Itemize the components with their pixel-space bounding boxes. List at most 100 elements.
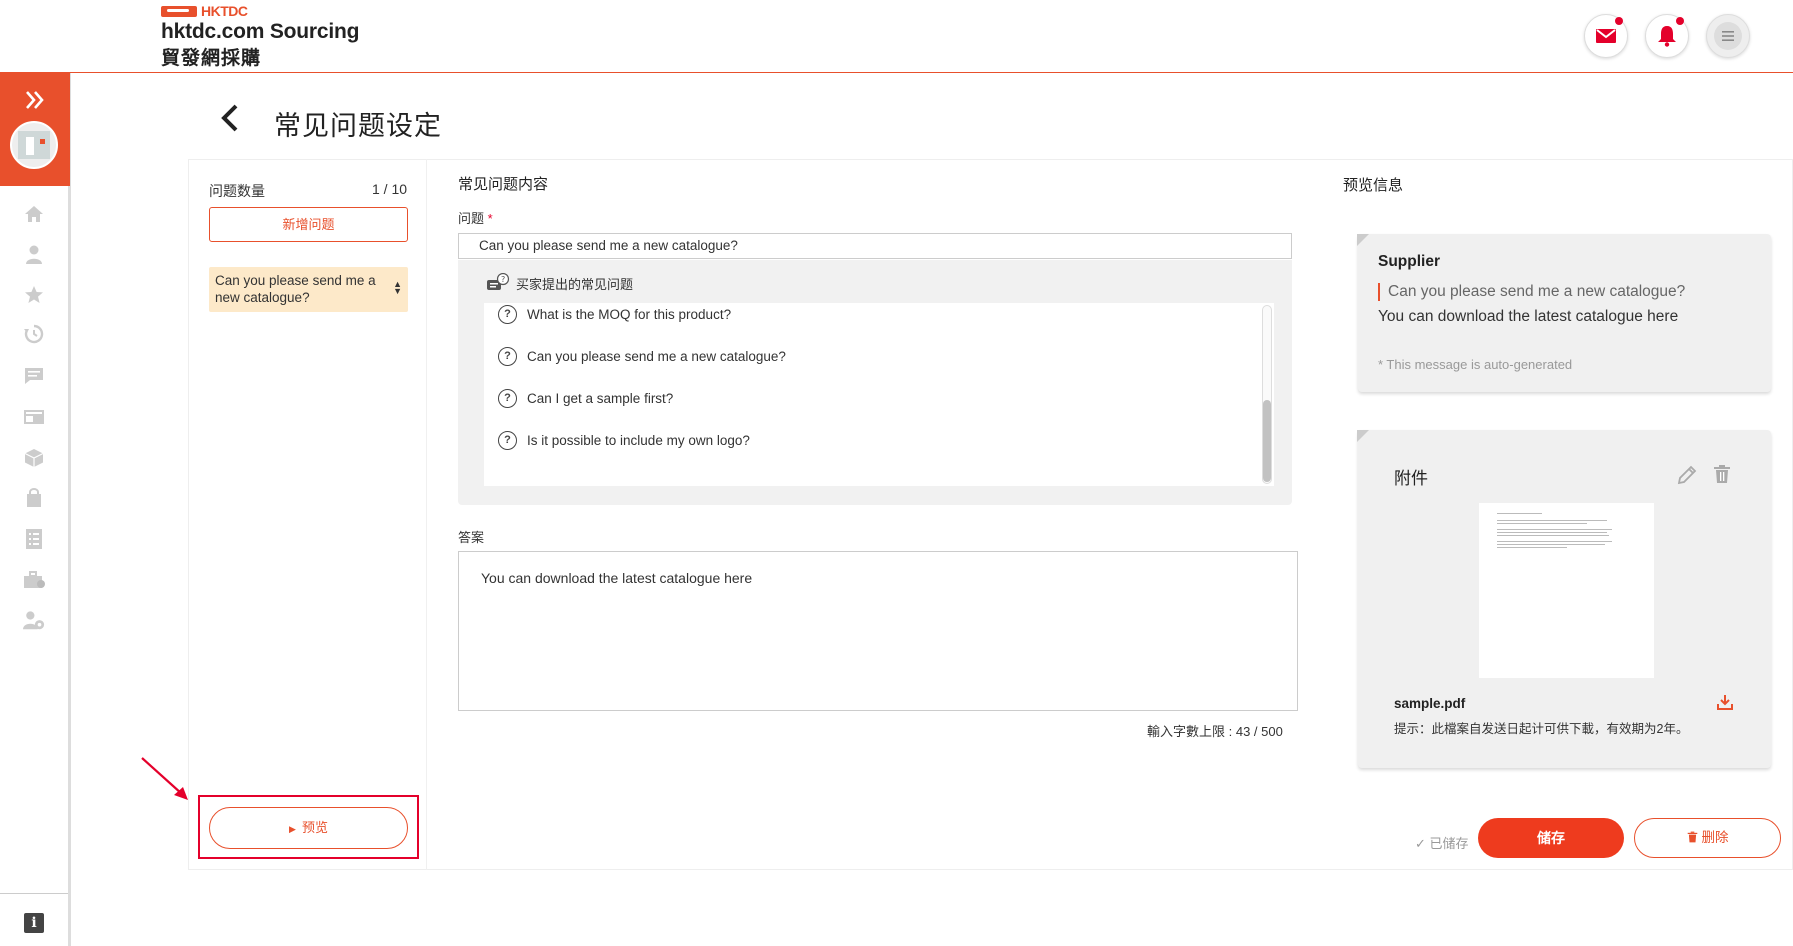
user-settings-icon[interactable] bbox=[23, 610, 45, 632]
suggested-question-item[interactable]: ? Can I get a sample first? bbox=[498, 389, 673, 408]
saved-status: ✓ 已储存 bbox=[1415, 836, 1469, 851]
message-icon[interactable] bbox=[23, 365, 45, 387]
suggested-question-text: Can I get a sample first? bbox=[527, 391, 674, 406]
suggested-question-text: What is the MOQ for this product? bbox=[527, 307, 732, 322]
thumbnail-line bbox=[1497, 535, 1609, 536]
question-list-item[interactable]: Can you please send me a new catalogue? … bbox=[209, 267, 408, 312]
question-input[interactable]: Can you please send me a new catalogue? bbox=[458, 233, 1292, 259]
suggested-questions-title: 买家提出的常见问题 bbox=[516, 276, 634, 292]
add-question-button[interactable]: 新增问题 bbox=[209, 207, 408, 242]
suggested-questions-list: ? What is the MOQ for this product? ? Ca… bbox=[484, 303, 1274, 486]
suggested-question-text: Is it possible to include my own logo? bbox=[527, 433, 750, 448]
star-icon[interactable] bbox=[23, 284, 45, 306]
thumbnail-line bbox=[1497, 544, 1605, 545]
sort-handle-icon[interactable]: ▲ ▼ bbox=[393, 280, 402, 296]
attachment-card: 附件 sample.pdf 提示：此檔案自发送日起计可供下載，有效期为2年。 bbox=[1357, 430, 1771, 768]
thumbnail-line bbox=[1497, 541, 1612, 542]
suggested-question-text: Can you please send me a new catalogue? bbox=[527, 349, 786, 364]
thumbnail-line bbox=[1497, 520, 1607, 521]
product-icon[interactable] bbox=[23, 406, 45, 428]
char-limit-counter: 輸入字數上限 : 43 / 500 bbox=[1147, 724, 1283, 739]
attachment-hint: 提示：此檔案自发送日起计可供下載，有效期为2年。 bbox=[1394, 722, 1689, 736]
box-icon[interactable] bbox=[23, 447, 45, 469]
company-avatar[interactable] bbox=[10, 121, 58, 169]
back-button[interactable] bbox=[218, 103, 242, 133]
thumbnail-line bbox=[1497, 513, 1542, 514]
trash-icon[interactable] bbox=[1713, 464, 1731, 489]
scrollbar-thumb[interactable] bbox=[1263, 400, 1271, 482]
question-count-label: 问题数量 bbox=[209, 183, 265, 199]
bell-notification-dot bbox=[1676, 17, 1684, 25]
question-mark-icon: ? bbox=[498, 305, 517, 324]
history-icon[interactable] bbox=[23, 323, 45, 345]
card-corner bbox=[1357, 234, 1369, 246]
logo-mark: HKTDC bbox=[161, 3, 359, 19]
bag-icon[interactable] bbox=[23, 487, 45, 509]
question-label-text: 问题 bbox=[458, 211, 485, 226]
download-icon[interactable] bbox=[1717, 694, 1733, 715]
menu-button[interactable] bbox=[1706, 14, 1750, 58]
question-count-value: 1 / 10 bbox=[372, 181, 408, 197]
logo-text-en: hktdc.com Sourcing bbox=[161, 20, 360, 43]
message-preview-card: Supplier Can you please send me a new ca… bbox=[1357, 234, 1771, 392]
suggested-question-item[interactable]: ? What is the MOQ for this product? bbox=[498, 305, 731, 324]
page-title: 常见问题设定 bbox=[274, 111, 442, 141]
thumbnail-line bbox=[1497, 547, 1567, 548]
pencil-icon[interactable] bbox=[1676, 464, 1698, 491]
annotation-arrow bbox=[141, 757, 188, 800]
column-divider bbox=[426, 159, 427, 870]
svg-text:?: ? bbox=[501, 275, 505, 284]
play-icon: ▶ bbox=[289, 824, 296, 834]
auto-generated-note: * This message is auto-generated bbox=[1378, 357, 1573, 372]
pdf-thumbnail[interactable] bbox=[1479, 503, 1654, 678]
home-icon[interactable] bbox=[23, 203, 45, 225]
side-nav: i bbox=[0, 73, 71, 946]
attachment-file-name[interactable]: sample.pdf bbox=[1394, 696, 1465, 711]
suggested-questions-panel: ? 买家提出的常见问题 ? What is the MOQ for this p… bbox=[458, 260, 1292, 505]
content-section-title: 常见问题内容 bbox=[458, 176, 549, 193]
answer-textarea[interactable]: You can download the latest catalogue he… bbox=[458, 551, 1298, 711]
logo-brand: HKTDC bbox=[201, 3, 248, 19]
logo-text-zh: 貿發網採購 bbox=[161, 48, 262, 69]
top-header: HKTDC hktdc.com Sourcing 貿發網採購 bbox=[0, 0, 1793, 73]
suggested-question-item[interactable]: ? Can you please send me a new catalogue… bbox=[498, 347, 786, 366]
attachment-title: 附件 bbox=[1394, 469, 1428, 488]
user-icon[interactable] bbox=[23, 244, 45, 266]
suggested-question-item[interactable]: ? Is it possible to include my own logo? bbox=[498, 431, 750, 450]
notification-button[interactable] bbox=[1645, 14, 1689, 58]
expand-icon[interactable] bbox=[24, 87, 46, 118]
preview-question: Can you please send me a new catalogue? bbox=[1378, 283, 1685, 301]
save-button[interactable]: 储存 bbox=[1478, 818, 1624, 858]
mail-notification-dot bbox=[1615, 17, 1623, 25]
question-mark-icon: ? bbox=[498, 347, 517, 366]
question-mark-icon: ? bbox=[498, 389, 517, 408]
chevron-left-icon bbox=[221, 104, 238, 132]
delete-button[interactable]: 删除 bbox=[1634, 818, 1781, 858]
side-nav-divider bbox=[0, 893, 68, 894]
answer-field-label: 答案 bbox=[458, 530, 485, 545]
card-corner bbox=[1357, 430, 1369, 442]
avatar-image-accent bbox=[40, 139, 45, 144]
info-icon[interactable]: i bbox=[24, 913, 44, 933]
preview-section-title: 预览信息 bbox=[1343, 177, 1404, 194]
avatar-image-detail bbox=[26, 137, 34, 155]
mail-icon bbox=[1596, 29, 1616, 43]
question-mark-icon: ? bbox=[498, 431, 517, 450]
briefcase-icon[interactable] bbox=[23, 569, 45, 591]
delete-button-label: 删除 bbox=[1701, 830, 1729, 845]
bell-icon bbox=[1658, 26, 1676, 47]
avatar-image bbox=[18, 131, 50, 159]
faq-chat-icon: ? bbox=[487, 273, 510, 290]
preview-button-label: 预览 bbox=[301, 820, 328, 835]
menu-icon bbox=[1714, 22, 1742, 50]
trash-icon bbox=[1687, 831, 1697, 843]
side-nav-header bbox=[0, 73, 70, 186]
hktdc-logo[interactable]: HKTDC hktdc.com Sourcing 貿發網採購 bbox=[161, 3, 359, 70]
preview-button[interactable]: ▶ 预览 bbox=[209, 807, 408, 849]
list-icon[interactable] bbox=[23, 528, 45, 550]
thumbnail-line bbox=[1497, 523, 1587, 524]
question-list-item-label: Can you please send me a new catalogue? bbox=[215, 273, 376, 305]
logo-flag-icon bbox=[161, 5, 197, 17]
mail-button[interactable] bbox=[1584, 14, 1628, 58]
supplier-label: Supplier bbox=[1378, 253, 1441, 270]
